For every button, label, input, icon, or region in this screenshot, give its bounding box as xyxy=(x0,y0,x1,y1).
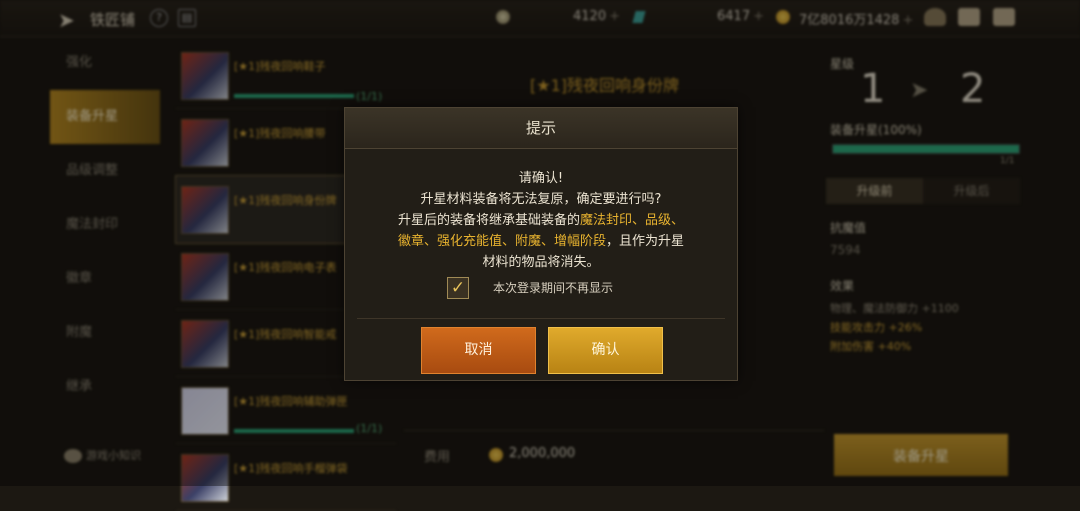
confirm-dialog: 提示 请确认! 升星材料装备将无法复原，确定要进行吗? 升星后的装备将继承基础装… xyxy=(344,107,738,381)
dialog-line: 请确认! xyxy=(518,171,564,186)
dialog-title: 提示 xyxy=(345,108,737,149)
confirm-button[interactable]: 确认 xyxy=(548,327,663,374)
checkbox-label: 本次登录期间不再显示 xyxy=(493,281,614,295)
dont-show-again-checkbox[interactable]: ✓ xyxy=(447,277,469,299)
dialog-line: 升星材料装备将无法复原，确定要进行吗? xyxy=(420,192,662,207)
dialog-line: 升星后的装备将继承基础装备的魔法封印、品级、 xyxy=(397,213,685,228)
dialog-message: 请确认! 升星材料装备将无法复原，确定要进行吗? 升星后的装备将继承基础装备的魔… xyxy=(345,168,737,273)
cancel-button[interactable]: 取消 xyxy=(421,327,536,374)
divider xyxy=(357,318,725,319)
dialog-line: 材料的物品将消失。 xyxy=(482,255,600,270)
dialog-line: 徽章、强化充能值、附魔、增幅阶段，且作为升星 xyxy=(397,234,685,249)
